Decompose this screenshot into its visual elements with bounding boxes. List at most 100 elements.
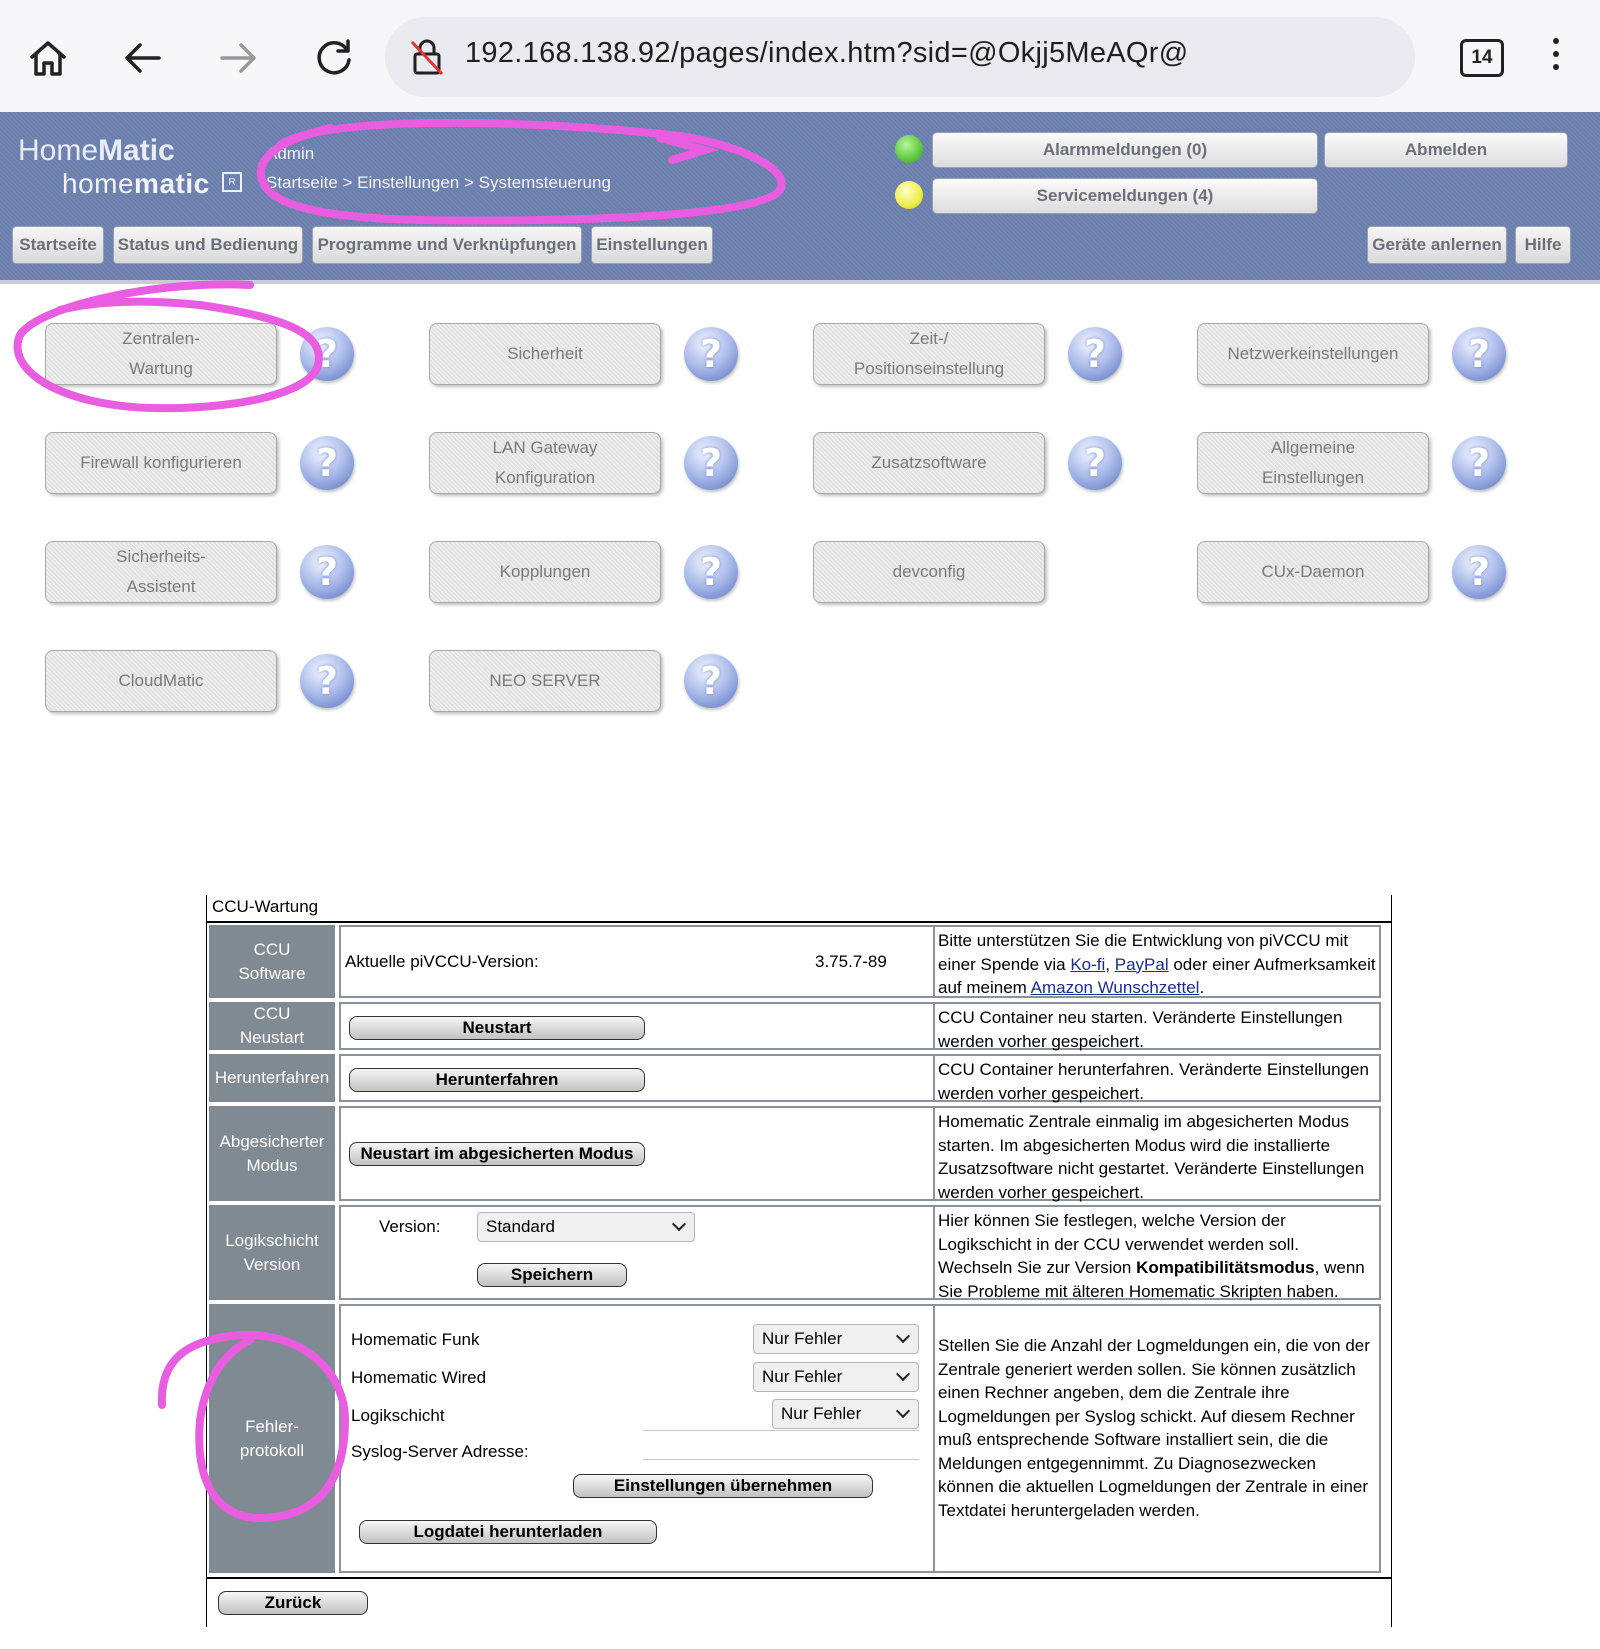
- help-question-icon[interactable]: ?: [1068, 327, 1122, 381]
- tab-help[interactable]: Hilfe: [1515, 226, 1571, 264]
- row-content-abgesicherter-modus: Neustart im abgesicherten Modus: [339, 1106, 943, 1201]
- reload-icon[interactable]: [306, 30, 362, 86]
- tile-devconfig[interactable]: devconfig: [813, 541, 1045, 603]
- row-desc-ccu-neustart: CCU Container neu starten. Veränderte Ei…: [933, 1002, 1381, 1051]
- insecure-lock-icon[interactable]: [407, 37, 447, 82]
- paypal-link[interactable]: PayPal: [1115, 955, 1169, 974]
- safe-mode-restart-button[interactable]: Neustart im abgesicherten Modus: [349, 1142, 645, 1166]
- logo-homematic: HomeMatic: [18, 134, 175, 167]
- tile-zentralen-wartung[interactable]: Zentralen- Wartung: [45, 323, 277, 385]
- restart-button[interactable]: Neustart: [349, 1016, 645, 1040]
- help-question-icon[interactable]: ?: [684, 436, 738, 490]
- tile-neo-server[interactable]: NEO SERVER: [429, 650, 661, 712]
- version-label: Aktuelle piVCCU-Version:: [345, 952, 539, 971]
- tile-cloudmatic[interactable]: CloudMatic: [45, 650, 277, 712]
- row-content-fehlerprotokoll: Homematic Funk Nur Fehler Homematic Wire…: [339, 1304, 943, 1573]
- logic-version-select[interactable]: Standard: [477, 1212, 695, 1242]
- tile-lan-gateway[interactable]: LAN Gateway Konfiguration: [429, 432, 661, 494]
- help-question-icon[interactable]: ?: [684, 545, 738, 599]
- logic-version-label: Version:: [379, 1217, 441, 1236]
- help-question-icon[interactable]: ?: [1452, 436, 1506, 490]
- help-question-icon[interactable]: ?: [1068, 436, 1122, 490]
- row-label-abgesicherter-modus: Abgesicherter Modus: [209, 1106, 335, 1201]
- help-question-icon[interactable]: ?: [300, 436, 354, 490]
- chevron-down-icon: [895, 1403, 911, 1419]
- row-content-logikschicht-version: Version: Standard Speichern: [339, 1205, 943, 1300]
- row-content-ccu-software: Aktuelle piVCCU-Version: 3.75.7-89: [339, 925, 943, 998]
- row-label-ccu-software: CCU Software: [209, 925, 335, 998]
- tile-sicherheits-assistent[interactable]: Sicherheits- Assistent: [45, 541, 277, 603]
- row-desc-ccu-software: Bitte unterstützen Sie die Entwicklung v…: [933, 925, 1381, 998]
- tile-cux-daemon[interactable]: CUx-Daemon: [1197, 541, 1429, 603]
- funk-log-select[interactable]: Nur Fehler: [753, 1324, 919, 1354]
- save-logic-version-button[interactable]: Speichern: [477, 1263, 627, 1287]
- help-question-icon[interactable]: ?: [300, 327, 354, 381]
- tab-startseite[interactable]: Startseite: [12, 226, 104, 264]
- tile-kopplungen[interactable]: Kopplungen: [429, 541, 661, 603]
- tab-settings[interactable]: Einstellungen: [591, 226, 713, 264]
- tile-zeit-position[interactable]: Zeit-/Positionseinstellung: [813, 323, 1045, 385]
- row-label-logikschicht-version: Logikschicht Version: [209, 1205, 335, 1300]
- help-question-icon[interactable]: ?: [684, 654, 738, 708]
- logic-log-label: Logikschicht: [351, 1406, 445, 1425]
- forward-arrow-icon[interactable]: [210, 30, 266, 86]
- funk-log-label: Homematic Funk: [351, 1330, 480, 1349]
- tab-count-button[interactable]: 14: [1460, 39, 1504, 77]
- url-text: 192.168.138.92/pages/index.htm?sid=@Okjj…: [465, 37, 1189, 69]
- shutdown-button[interactable]: Herunterfahren: [349, 1068, 645, 1092]
- download-logfile-button[interactable]: Logdatei herunterladen: [359, 1520, 657, 1544]
- kofi-link[interactable]: Ko-fi: [1070, 955, 1105, 974]
- row-label-ccu-neustart: CCU Neustart: [209, 1002, 335, 1050]
- help-question-icon[interactable]: ?: [300, 545, 354, 599]
- panel-title: CCU-Wartung: [212, 897, 319, 916]
- syslog-address-label: Syslog-Server Adresse:: [351, 1442, 529, 1461]
- tile-allgemeine-einstellungen[interactable]: Allgemeine Einstellungen: [1197, 432, 1429, 494]
- tile-sicherheit[interactable]: Sicherheit: [429, 323, 661, 385]
- logo-homematic-sub: homematic: [62, 168, 210, 199]
- help-question-icon[interactable]: ?: [1452, 327, 1506, 381]
- service-messages-button[interactable]: Servicemeldungen (4): [932, 178, 1318, 214]
- wired-log-select[interactable]: Nur Fehler: [753, 1362, 919, 1392]
- alarm-status-led-icon: [895, 135, 923, 163]
- menu-dots-icon[interactable]: [1550, 38, 1562, 78]
- version-value: 3.75.7-89: [815, 952, 887, 971]
- logout-button[interactable]: Abmelden: [1324, 132, 1568, 168]
- tab-teach-devices[interactable]: Geräte anlernen: [1367, 226, 1507, 264]
- row-desc-logikschicht-version: Hier können Sie festlegen, welche Versio…: [933, 1205, 1381, 1301]
- amazon-wishlist-link[interactable]: Amazon Wunschzettel: [1031, 978, 1200, 997]
- home-icon[interactable]: [20, 30, 76, 86]
- row-label-fehlerprotokoll: Fehler-protokoll: [209, 1304, 335, 1573]
- tile-netzwerk[interactable]: Netzwerkeinstellungen: [1197, 323, 1429, 385]
- syslog-address-input[interactable]: [643, 1430, 919, 1460]
- ccu-wartung-panel: CCU-Wartung CCU Software Aktuelle piVCCU-…: [206, 895, 1392, 1627]
- address-bar[interactable]: 192.168.138.92/pages/index.htm?sid=@Okjj…: [385, 17, 1415, 97]
- wired-log-label: Homematic Wired: [351, 1368, 487, 1387]
- row-label-herunterfahren: Herunterfahren: [209, 1054, 335, 1102]
- help-question-icon[interactable]: ?: [684, 327, 738, 381]
- alarm-messages-button[interactable]: Alarmmeldungen (0): [932, 132, 1318, 168]
- tab-status[interactable]: Status und Bedienung: [113, 226, 303, 264]
- back-arrow-icon[interactable]: [115, 30, 171, 86]
- panel-bottom-divider: [207, 1577, 1391, 1579]
- apply-settings-button[interactable]: Einstellungen übernehmen: [573, 1474, 873, 1498]
- service-status-led-icon: [895, 181, 923, 209]
- tab-programs[interactable]: Programme und Verknüpfungen: [312, 226, 582, 264]
- browser-toolbar: 192.168.138.92/pages/index.htm?sid=@Okjj…: [0, 0, 1600, 112]
- chevron-down-icon: [895, 1366, 911, 1382]
- chevron-down-icon: [671, 1216, 687, 1232]
- panel-divider: [207, 921, 1391, 923]
- row-desc-herunterfahren: CCU Container herunterfahren. Veränderte…: [933, 1054, 1381, 1103]
- row-content-herunterfahren: Herunterfahren: [339, 1054, 943, 1102]
- help-question-icon[interactable]: ?: [1452, 545, 1506, 599]
- row-content-ccu-neustart: Neustart: [339, 1002, 943, 1050]
- registered-mark-icon: R: [222, 172, 242, 192]
- row-desc-fehlerprotokoll: Stellen Sie die Anzahl der Logmeldungen …: [933, 1304, 1381, 1573]
- user-name: Admin: [266, 144, 315, 163]
- tile-firewall[interactable]: Firewall konfigurieren: [45, 432, 277, 494]
- logic-log-select[interactable]: Nur Fehler: [772, 1399, 919, 1429]
- back-button[interactable]: Zurück: [218, 1591, 368, 1615]
- row-desc-abgesicherter-modus: Homematic Zentrale einmalig im abgesiche…: [933, 1106, 1381, 1202]
- chevron-down-icon: [895, 1328, 911, 1344]
- help-question-icon[interactable]: ?: [300, 654, 354, 708]
- tile-zusatzsoftware[interactable]: Zusatzsoftware: [813, 432, 1045, 494]
